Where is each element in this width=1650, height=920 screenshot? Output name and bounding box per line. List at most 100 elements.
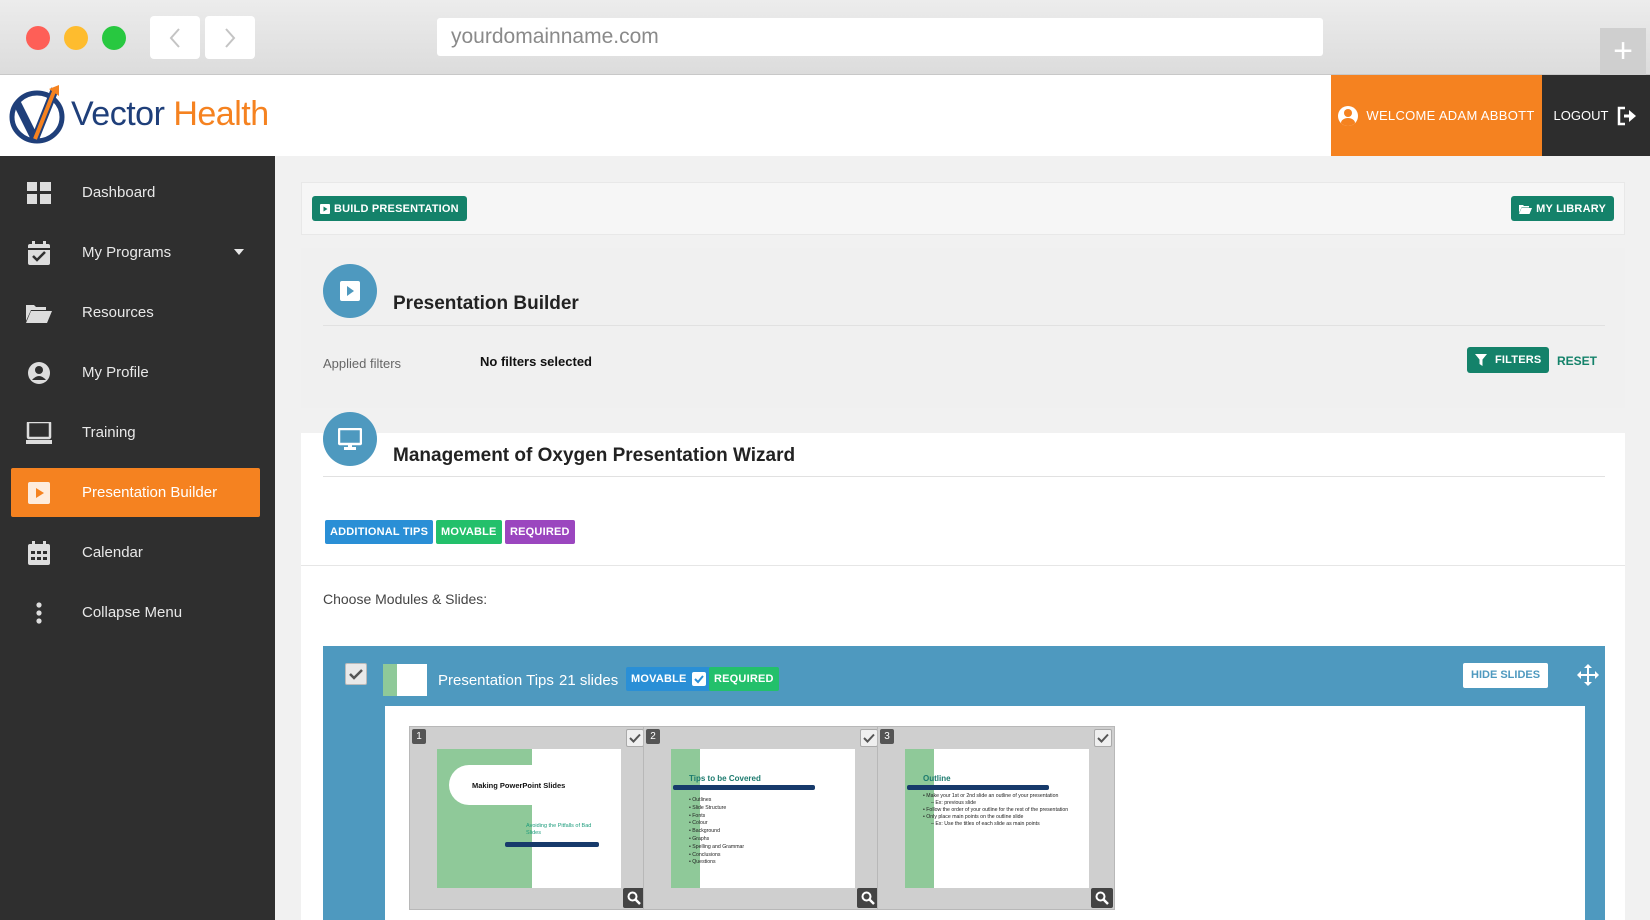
folder-open-icon [26,300,52,326]
slide-checkbox[interactable] [860,729,878,747]
zoom-icon[interactable] [623,888,645,908]
address-bar[interactable]: yourdomainname.com [437,18,1323,56]
slide-bullet: • Conclusions [689,851,721,858]
movable-label: MOVABLE [631,673,687,685]
sidebar-item-resources[interactable]: Resources [11,288,260,337]
slide-card[interactable]: 2 Tips to be Covered • Outlines • Slide … [643,726,881,910]
sidebar: Dashboard My Programs Resources My Profi… [0,156,275,920]
vertical-dots-icon [26,600,52,626]
module-name: Presentation Tips [438,672,554,689]
folder-open-icon [1519,204,1533,214]
checkbox-checked-icon [691,672,706,686]
sidebar-item-my-profile[interactable]: My Profile [11,348,260,397]
page-title: Presentation Builder [393,293,579,314]
brand-name: Vector Health [71,95,269,134]
build-presentation-button[interactable]: BUILD PRESENTATION [312,196,467,221]
divider [301,565,1625,566]
brand-name-part2: Health [173,94,269,133]
module-presentation-tips: Presentation Tips 21 slides MOVABLE REQU… [323,646,1605,920]
divider [323,325,1605,326]
sidebar-item-collapse-menu[interactable]: Collapse Menu [11,588,260,637]
slide-number: 1 [412,729,426,744]
slides-grid: 1 Making PowerPoint Slides Avoiding the … [385,706,1585,920]
sidebar-item-dashboard[interactable]: Dashboard [11,168,260,217]
close-window-button[interactable] [26,26,50,50]
welcome-label: WELCOME ADAM ABBOTT [1366,108,1535,123]
brand-name-part1: Vector [71,94,165,133]
sidebar-item-label: My Profile [82,364,149,381]
reset-filters-link[interactable]: RESET [1557,354,1597,368]
check-icon [863,733,875,743]
sidebar-item-presentation-builder[interactable]: Presentation Builder [11,468,260,517]
new-tab-button[interactable]: + [1600,28,1646,75]
my-library-button[interactable]: MY LIBRARY [1511,196,1614,221]
slide-bullet-list: • Outlines • Slide Structure • Fonts • C… [689,797,744,867]
slide-title: Making PowerPoint Slides [472,781,566,790]
play-square-icon [320,203,330,214]
presentation-wizard: Management of Oxygen Presentation Wizard… [301,412,1625,920]
slide-bullet: • Spelling and Grammar [689,843,745,850]
slide-number: 2 [646,729,660,744]
slide-underline-bar [673,785,815,790]
play-circle-icon [323,264,377,318]
movable-badge: MOVABLE [436,520,502,544]
sidebar-item-label: Calendar [82,544,143,561]
slide-bullet: • Fonts [689,812,706,819]
filter-icon [1475,354,1487,366]
calendar-icon [26,540,52,566]
slide-sub-bullet: – Ex: previous slide [931,800,976,806]
sidebar-item-training[interactable]: Training [11,408,260,457]
required-badge: REQUIRED [505,520,575,544]
sidebar-item-label: Training [82,424,136,441]
choose-modules-label: Choose Modules & Slides: [323,591,488,607]
slide-title: Outline [923,774,951,783]
module-checkbox[interactable] [345,663,367,685]
slide-bullet: • Background [689,828,720,835]
slide-subtitle: Avoiding the Pitfalls of Bad Slides [526,823,592,836]
slide-bullet: • Make your 1st or 2nd slide an outline … [923,793,1059,799]
sidebar-item-calendar[interactable]: Calendar [11,528,260,577]
sidebar-item-my-programs[interactable]: My Programs [11,228,260,277]
slide-card[interactable]: 3 Outline • Make your 1st or 2nd slide a… [877,726,1115,910]
back-button[interactable] [150,16,200,59]
module-thumbnail [383,664,427,696]
grid-icon [26,180,52,206]
slide-bullet: • Graphs [689,835,710,842]
maximize-window-button[interactable] [102,26,126,50]
filters-button[interactable]: FILTERS [1467,347,1550,373]
slide-bullet: • Only place main points on the outline … [923,814,1024,820]
sidebar-item-label: Collapse Menu [82,604,183,621]
hide-slides-button[interactable]: HIDE SLIDES [1463,663,1549,688]
welcome-user-button[interactable]: WELCOME ADAM ABBOTT [1331,75,1542,156]
slide-checkbox[interactable] [626,729,644,747]
filters-label: FILTERS [1495,354,1542,366]
logout-button[interactable]: LOGOUT [1542,75,1650,156]
check-icon [1097,733,1109,743]
slide-checkbox[interactable] [1094,729,1112,747]
user-circle-icon [26,360,52,386]
vector-health-logo[interactable]: Vector Health [9,83,269,145]
slide-card[interactable]: 1 Making PowerPoint Slides Avoiding the … [409,726,647,910]
slide-bullet: • Slide Structure [689,804,727,811]
movable-toggle[interactable]: MOVABLE [626,667,711,691]
zoom-icon[interactable] [857,888,879,908]
play-square-icon [26,480,52,506]
slide-sub-bullet: – Ex: Use the titles of each slide as ma… [931,821,1040,827]
chevron-left-icon [169,27,180,48]
zoom-icon[interactable] [1091,888,1113,908]
chevron-right-icon [225,27,236,48]
wizard-title: Management of Oxygen Presentation Wizard [393,445,796,466]
applied-filters-label: Applied filters [323,356,402,371]
build-presentation-label: BUILD PRESENTATION [334,202,459,215]
slide-preview: Outline • Make your 1st or 2nd slide an … [905,749,1089,888]
move-arrows-icon[interactable] [1576,663,1600,687]
sidebar-item-label: Presentation Builder [82,484,218,501]
slide-underline-bar [505,842,599,847]
minimize-window-button[interactable] [64,26,88,50]
divider [323,476,1605,477]
laptop-icon [26,420,52,446]
slide-bullet: • Follow the order of your outline for t… [923,807,1069,813]
forward-button[interactable] [205,16,255,59]
applied-filters-value: No filters selected [480,354,592,369]
slide-bullet: • Colour [689,820,708,827]
